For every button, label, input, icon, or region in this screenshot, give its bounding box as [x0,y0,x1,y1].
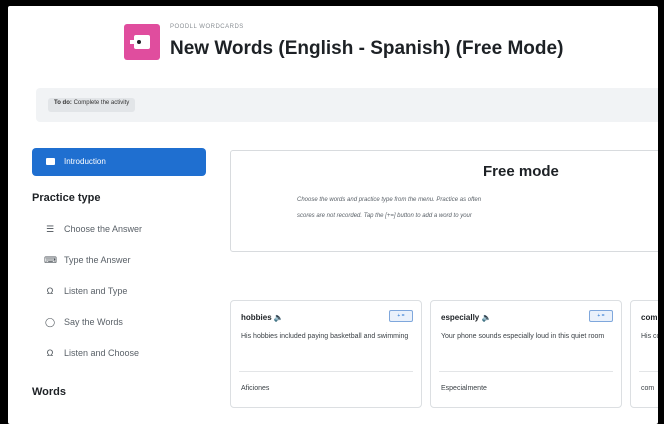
sidebar-item-label: Listen and Choose [64,348,140,358]
module-label: POODLL WORDCARDS [170,24,244,30]
introduction-label: Introduction [64,157,106,166]
word-text: com [641,313,658,322]
todo-label: To do: [54,100,72,106]
sidebar-item-listen-and-type[interactable]: Ω Listen and Type [44,286,128,304]
word-title: hobbies 🔈 [241,313,284,322]
speaker-icon[interactable]: 🔈 [274,313,284,322]
wordcards-activity-icon [124,24,160,60]
page-title: New Words (English - Spanish) (Free Mode… [170,38,564,59]
headphones-icon: Ω [46,286,54,296]
free-mode-title: Free mode [483,163,559,180]
word-card[interactable]: com His com com [630,300,658,408]
card-divider [239,371,413,372]
keyboard-icon: ⌨ [44,255,57,265]
app-window: POODLL WORDCARDS New Words (English - Sp… [8,6,658,424]
practice-type-heading: Practice type [32,192,101,204]
todo-badge: To do: Complete the activity [48,98,136,112]
sidebar-item-say-the-words[interactable]: ◯ Say the Words [44,317,123,335]
word-text: especially [441,313,480,322]
headphones-icon: Ω [46,348,54,358]
sidebar-item-label: Listen and Type [64,286,128,296]
sidebar-item-type-the-answer[interactable]: ⌨ Type the Answer [44,255,131,273]
free-mode-panel: Free mode Choose the words and practice … [230,150,658,252]
sidebar-item-label: Type the Answer [64,255,131,265]
word-card[interactable]: hobbies 🔈 + = His hobbies included payin… [230,300,422,408]
word-example-sentence: His hobbies included paying basketball a… [241,333,409,340]
free-mode-description-line2: scores are not recorded. Tap the [+=] bu… [297,213,472,219]
add-to-list-button[interactable]: + = [589,310,613,322]
add-to-list-button[interactable]: + = [389,310,413,322]
word-title: especially 🔈 [441,313,491,322]
word-text: hobbies [241,313,272,322]
sidebar-item-choose-the-answer[interactable]: ☰ Choose the Answer [44,224,142,242]
sidebar-item-label: Choose the Answer [64,224,143,234]
words-heading: Words [32,386,67,398]
sidebar-item-listen-and-choose[interactable]: Ω Listen and Choose [44,348,139,366]
todo-text: Complete the activity [73,100,130,106]
word-translation: com [641,385,655,392]
card-divider [639,371,658,372]
introduction-button[interactable]: Introduction [32,148,206,176]
word-translation: Aficiones [241,385,270,392]
comment-icon [46,158,55,165]
card-divider [439,371,613,372]
speaker-icon[interactable]: 🔈 [481,313,491,322]
speech-bubble-icon: ◯ [44,317,56,327]
sidebar-item-label: Say the Words [64,317,123,327]
page-header: POODLL WORDCARDS New Words (English - Sp… [8,6,658,76]
word-example-sentence: His com [641,333,658,340]
word-example-sentence: Your phone sounds especially loud in thi… [441,333,605,340]
word-translation: Especialmente [441,385,487,392]
activity-completion-bar: To do: Complete the activity [36,88,658,122]
word-card[interactable]: especially 🔈 + = Your phone sounds espec… [430,300,622,408]
free-mode-description-line1: Choose the words and practice type from … [297,197,482,203]
sidebar: Introduction Practice type ☰ Choose the A… [28,146,218,424]
list-icon: ☰ [45,224,55,234]
